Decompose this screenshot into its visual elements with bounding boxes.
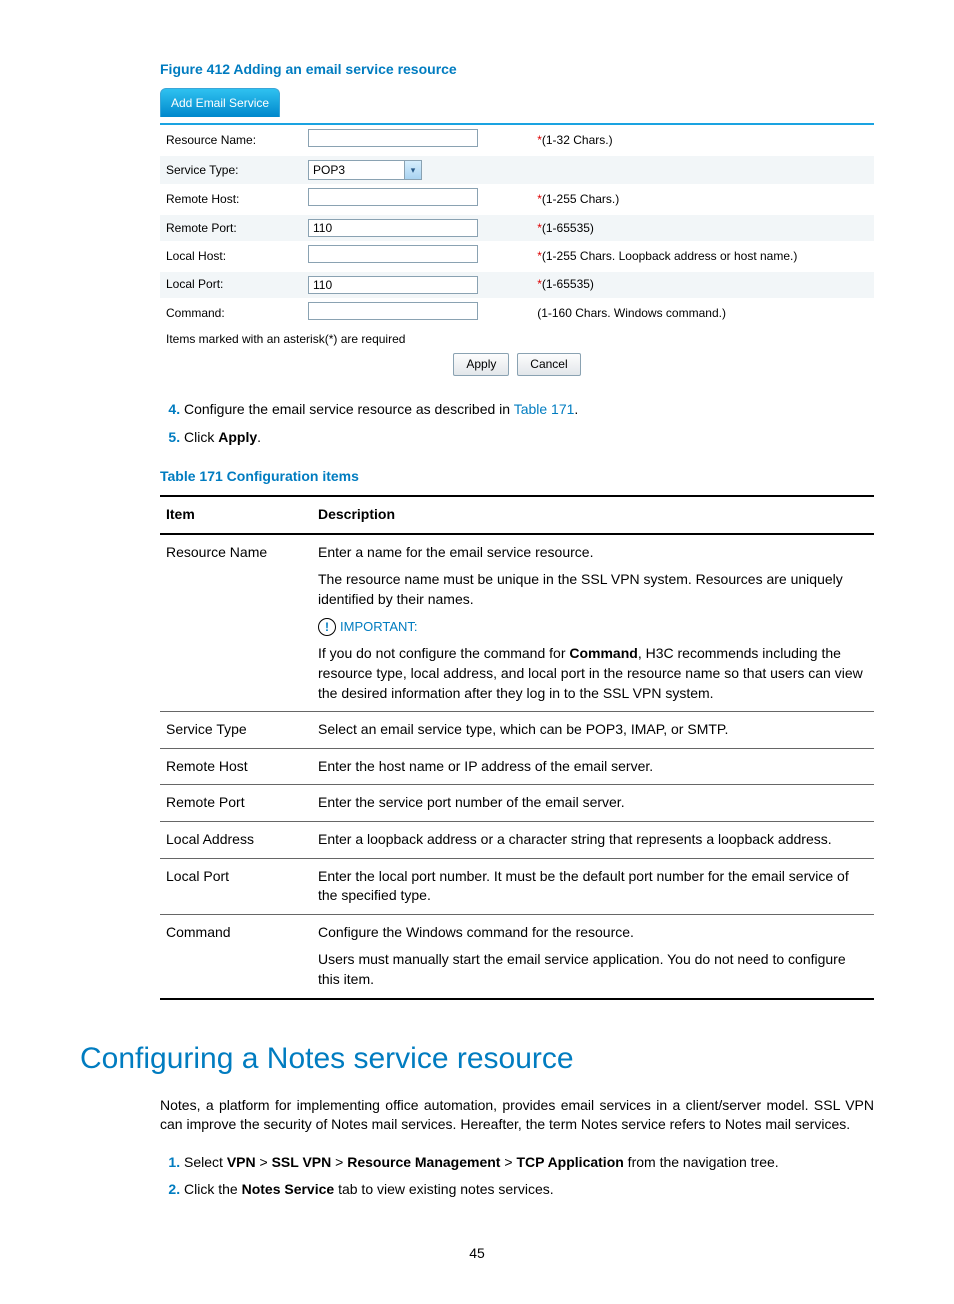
row-command-item: Command: [160, 914, 312, 998]
steps-list-b: Select VPN > SSL VPN > Resource Manageme…: [160, 1149, 874, 1204]
label-remote-port: Remote Port:: [160, 215, 302, 241]
resource-name-input[interactable]: [308, 129, 478, 147]
figure-panel: Add Email Service Resource Name: *(1-32 …: [160, 88, 874, 383]
row-local-port-desc: Enter the local port number. It must be …: [312, 858, 874, 914]
steps-list-a: Configure the email service resource as …: [160, 396, 874, 451]
row-service-type-desc: Select an email service type, which can …: [312, 712, 874, 749]
link-table-171[interactable]: Table 171: [514, 401, 575, 417]
row-local-address-desc: Enter a loopback address or a character …: [312, 821, 874, 858]
row-remote-port-item: Remote Port: [160, 785, 312, 822]
step-b2: Click the Notes Service tab to view exis…: [184, 1176, 874, 1204]
hint-command: (1-160 Chars. Windows command.): [537, 306, 726, 320]
row-local-port-item: Local Port: [160, 858, 312, 914]
row-resource-name-desc: Enter a name for the email service resou…: [312, 534, 874, 712]
important-label: ! IMPORTANT:: [318, 618, 418, 636]
config-table: Item Description Resource Name Enter a n…: [160, 495, 874, 1000]
chevron-down-icon[interactable]: ▾: [404, 161, 421, 179]
required-note: Items marked with an asterisk(*) are req…: [160, 329, 874, 354]
step-4: Configure the email service resource as …: [184, 396, 874, 424]
section-heading: Configuring a Notes service resource: [80, 1038, 874, 1080]
service-type-select[interactable]: POP3 ▾: [308, 160, 422, 180]
remote-host-input[interactable]: [308, 188, 478, 206]
row-resource-name-item: Resource Name: [160, 534, 312, 712]
row-remote-host-item: Remote Host: [160, 748, 312, 785]
row-remote-port-desc: Enter the service port number of the ema…: [312, 785, 874, 822]
header-description: Description: [312, 496, 874, 534]
tab-add-email-service[interactable]: Add Email Service: [160, 88, 280, 118]
section-intro: Notes, a platform for implementing offic…: [160, 1096, 874, 1135]
label-local-host: Local Host:: [160, 241, 302, 272]
figure-title: Figure 412 Adding an email service resou…: [160, 60, 874, 80]
label-resource-name: Resource Name:: [160, 125, 302, 156]
form-table: Resource Name: *(1-32 Chars.) Service Ty…: [160, 125, 874, 328]
hint-remote-port: (1-65535): [542, 221, 594, 235]
row-remote-host-desc: Enter the host name or IP address of the…: [312, 748, 874, 785]
label-remote-host: Remote Host:: [160, 184, 302, 215]
row-command-desc: Configure the Windows command for the re…: [312, 914, 874, 998]
hint-local-port: (1-65535): [542, 277, 594, 291]
label-local-port: Local Port:: [160, 272, 302, 298]
remote-port-input[interactable]: 110: [308, 219, 478, 237]
command-input[interactable]: [308, 302, 478, 320]
local-port-input[interactable]: 110: [308, 276, 478, 294]
cancel-button[interactable]: Cancel: [517, 353, 580, 376]
apply-button[interactable]: Apply: [453, 353, 509, 376]
label-service-type: Service Type:: [160, 156, 302, 184]
row-service-type-item: Service Type: [160, 712, 312, 749]
important-icon: !: [318, 618, 336, 636]
label-command: Command:: [160, 298, 302, 329]
row-local-address-item: Local Address: [160, 821, 312, 858]
step-b1: Select VPN > SSL VPN > Resource Manageme…: [184, 1149, 874, 1177]
local-host-input[interactable]: [308, 245, 478, 263]
hint-local-host: (1-255 Chars. Loopback address or host n…: [542, 249, 797, 263]
step-5: Click Apply.: [184, 424, 874, 452]
page-number: 45: [80, 1244, 874, 1264]
header-item: Item: [160, 496, 312, 534]
table-title: Table 171 Configuration items: [160, 467, 874, 487]
hint-resource-name: (1-32 Chars.): [542, 133, 613, 147]
hint-remote-host: (1-255 Chars.): [542, 192, 619, 206]
